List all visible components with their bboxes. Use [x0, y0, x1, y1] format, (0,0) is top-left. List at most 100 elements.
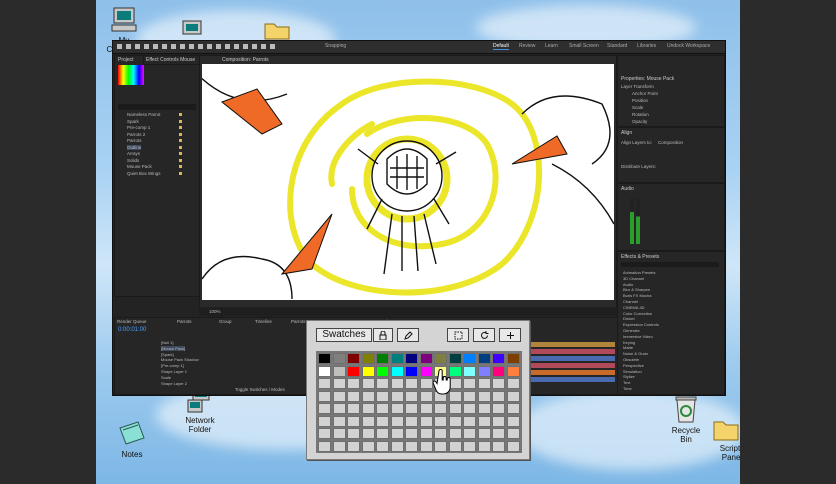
notes-desktop-icon[interactable]: Notes: [112, 420, 152, 459]
effects-category[interactable]: Time: [623, 386, 632, 391]
swatch-cell[interactable]: [332, 403, 346, 414]
swatch-cell[interactable]: [318, 415, 331, 427]
swatch-cell[interactable]: [376, 440, 389, 452]
swatch-cell[interactable]: [492, 403, 505, 414]
timeline-tab[interactable]: Group: [219, 319, 232, 324]
layer-bar[interactable]: [529, 363, 615, 368]
effects-category[interactable]: Stylize: [623, 374, 635, 379]
recycle-bin-desktop-icon[interactable]: Recycle Bin: [666, 394, 706, 444]
effects-search[interactable]: [621, 262, 719, 267]
swatch-cell[interactable]: [463, 403, 476, 414]
swatch-cell[interactable]: [361, 365, 375, 377]
transform-row[interactable]: Opacity: [632, 119, 647, 124]
swatch-cell[interactable]: [506, 353, 520, 364]
effects-category[interactable]: Boris FX Mocha: [623, 293, 651, 298]
swatch-cell[interactable]: [390, 440, 404, 452]
swatch-cell[interactable]: [318, 440, 331, 452]
swatch-cell[interactable]: [448, 403, 462, 414]
swatch-cell[interactable]: [361, 415, 375, 427]
swatch-cell[interactable]: [419, 390, 433, 402]
swatch-cell[interactable]: [463, 365, 476, 377]
swatch-cell[interactable]: [506, 403, 520, 414]
workspace-review[interactable]: Review: [519, 43, 535, 49]
swatch-cell[interactable]: [492, 428, 505, 439]
timeline-tab[interactable]: Render Queue: [117, 319, 147, 324]
timeline-tab[interactable]: Timeline: [255, 319, 272, 324]
timecode[interactable]: 0:00:01:00: [118, 327, 146, 333]
swatch-cell[interactable]: [477, 365, 491, 377]
timeline-footer[interactable]: Toggle Switches / Modes: [235, 387, 285, 392]
swatch-cell[interactable]: [405, 378, 418, 389]
swatch-cell[interactable]: [434, 428, 447, 439]
swatch-cell[interactable]: [419, 428, 433, 439]
swatch-cell[interactable]: [448, 353, 462, 364]
workspace-libraries[interactable]: Libraries: [637, 43, 656, 49]
swatch-cell[interactable]: [347, 403, 360, 414]
swatch-cell[interactable]: [463, 415, 476, 427]
swatch-cell[interactable]: [506, 415, 520, 427]
swatch-cell[interactable]: [332, 378, 346, 389]
workspace-small-screen[interactable]: Small Screen: [569, 43, 599, 49]
swatch-cell[interactable]: [390, 390, 404, 402]
swatch-cell[interactable]: [318, 428, 331, 439]
swatch-cell[interactable]: [405, 365, 418, 377]
workspace-undock[interactable]: Undock Workspace: [667, 43, 710, 49]
swatch-cell[interactable]: [361, 403, 375, 414]
swatch-cell[interactable]: [506, 428, 520, 439]
project-item[interactable]: Pre-comp 1: [127, 125, 150, 130]
swatch-cell[interactable]: [463, 353, 476, 364]
swatch-cell[interactable]: [477, 415, 491, 427]
swatch-cell[interactable]: [405, 440, 418, 452]
swatch-cell[interactable]: [376, 390, 389, 402]
swatch-cell[interactable]: [318, 403, 331, 414]
marquee-button[interactable]: [447, 328, 469, 342]
swatch-cell[interactable]: [390, 378, 404, 389]
timeline-layer-row[interactable]: [Mouse Pack]: [161, 345, 186, 351]
layer-bar[interactable]: [529, 356, 615, 361]
swatch-cell[interactable]: [506, 365, 520, 377]
swatch-cell[interactable]: [419, 378, 433, 389]
swatch-cell[interactable]: [477, 403, 491, 414]
effect-controls-tab[interactable]: Effect Controls Mouse: [146, 57, 195, 63]
layer-bar[interactable]: [529, 342, 615, 347]
swatch-cell[interactable]: [332, 440, 346, 452]
swatch-cell[interactable]: [405, 415, 418, 427]
swatch-cell[interactable]: [347, 415, 360, 427]
composition-tab[interactable]: Composition: Parrots: [222, 57, 269, 63]
swatch-cell[interactable]: [463, 378, 476, 389]
swatch-cell[interactable]: [332, 353, 346, 364]
swatch-cell[interactable]: [376, 415, 389, 427]
swatch-cell[interactable]: [434, 353, 447, 364]
swatch-cell[interactable]: [318, 353, 331, 364]
swatch-cell[interactable]: [477, 390, 491, 402]
effects-category[interactable]: Text: [623, 380, 630, 385]
effects-category[interactable]: Immersive Video: [623, 334, 653, 339]
swatch-cell[interactable]: [405, 403, 418, 414]
transform-row[interactable]: Scale: [632, 105, 643, 110]
swatch-cell[interactable]: [332, 365, 346, 377]
tool-icons[interactable]: [117, 43, 307, 51]
project-item[interactable]: Parrots: [127, 138, 142, 143]
swatch-cell[interactable]: [506, 390, 520, 402]
swatch-cell[interactable]: [434, 440, 447, 452]
project-item[interactable]: Parrots 2: [127, 132, 145, 137]
swatch-cell[interactable]: [492, 415, 505, 427]
swatch-cell[interactable]: [463, 428, 476, 439]
project-item[interactable]: Spark: [127, 119, 139, 124]
swatch-cell[interactable]: [332, 390, 346, 402]
project-item[interactable]: Nameless Parrot: [127, 112, 161, 117]
align-to-dropdown[interactable]: Composition: [658, 140, 683, 145]
swatch-cell[interactable]: [405, 390, 418, 402]
project-item[interactable]: Mouse Pack: [127, 164, 152, 169]
swatch-cell[interactable]: [405, 428, 418, 439]
swatch-cell[interactable]: [477, 428, 491, 439]
project-item[interactable]: Arrays: [127, 151, 140, 156]
effects-category[interactable]: Animation Presets: [623, 270, 655, 275]
refresh-button[interactable]: [473, 328, 495, 342]
swatch-cell[interactable]: [347, 390, 360, 402]
timeline-layer-row[interactable]: Mouse Pack Shadow: [161, 357, 199, 362]
project-item[interactable]: Quiet Box Wings: [127, 171, 161, 176]
timeline-layer-row[interactable]: [Null 1]: [161, 340, 173, 345]
timeline-layer-row[interactable]: Shape Layer 1: [161, 369, 187, 374]
swatch-cell[interactable]: [318, 365, 331, 377]
